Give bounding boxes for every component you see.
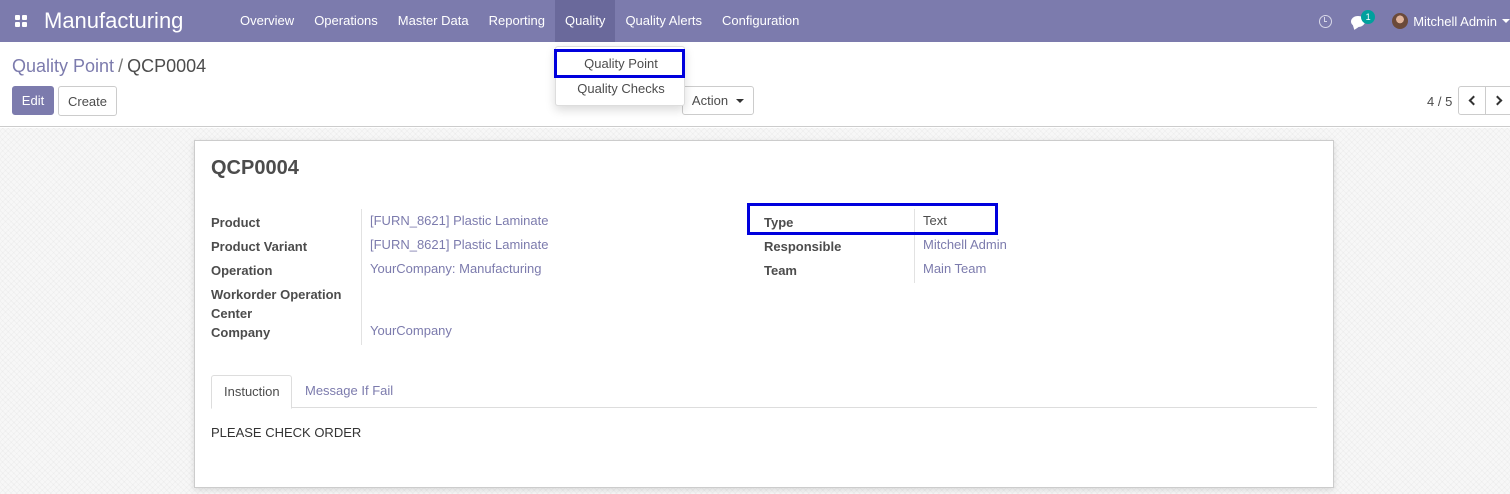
right-field-group: Type Text Responsible Mitchell Admin Tea… — [764, 209, 1164, 281]
company-link[interactable]: YourCompany — [370, 323, 452, 339]
action-button-label: Action — [691, 93, 729, 108]
responsible-link[interactable]: Mitchell Admin — [923, 237, 1007, 253]
product-link[interactable]: [FURN_8621] Plastic Laminate — [370, 213, 548, 229]
breadcrumb-current: QCP0004 — [127, 56, 207, 76]
menu-master-data[interactable]: Master Data — [388, 0, 479, 42]
team-link[interactable]: Main Team — [923, 261, 986, 277]
breadcrumb-parent-link[interactable]: Quality Point — [12, 56, 114, 76]
chevron-left-icon — [1468, 95, 1479, 106]
field-row-operation: Operation YourCompany: Manufacturing — [211, 257, 731, 281]
main-menu: Overview Operations Master Data Reportin… — [230, 0, 809, 42]
menu-item-quality-checks[interactable]: Quality Checks — [556, 77, 686, 101]
user-menu[interactable]: Mitchell Admin — [1392, 13, 1510, 29]
messaging-menu[interactable]: 1 — [1351, 9, 1376, 27]
menu-item-quality-point[interactable]: Quality Point — [556, 52, 686, 76]
field-row-type: Type Text — [764, 209, 1164, 233]
create-button[interactable]: Create — [58, 86, 117, 116]
quality-dropdown-menu: Quality Point Quality Checks — [555, 46, 685, 106]
breadcrumb-separator: / — [118, 56, 124, 76]
product-variant-link[interactable]: [FURN_8621] Plastic Laminate — [370, 237, 548, 253]
field-label: Company — [211, 325, 271, 340]
tab-instruction[interactable]: Instuction — [211, 375, 292, 409]
menu-quality-alerts[interactable]: Quality Alerts — [615, 0, 712, 42]
menu-quality[interactable]: Quality — [554, 0, 616, 42]
control-panel: Quality Point / QCP0004 Edit Create Action… — [0, 42, 1510, 127]
activity-clock-icon[interactable] — [1319, 14, 1333, 28]
chat-counter-badge: 1 — [1361, 9, 1376, 24]
field-divider — [914, 209, 915, 283]
field-row-workorder-operation-center: Workorder Operation Center — [211, 281, 731, 321]
field-label: Team — [764, 263, 797, 278]
caret-down-icon — [736, 98, 745, 103]
user-name: Mitchell Admin — [1413, 13, 1497, 29]
chevron-right-icon — [1492, 95, 1502, 106]
action-dropdown-button[interactable]: Action — [682, 86, 754, 115]
app-brand[interactable]: Manufacturing — [44, 8, 230, 34]
notebook-tabs: Instuction Message If Fail — [211, 375, 1317, 409]
field-row-product: Product [FURN_8621] Plastic Laminate — [211, 209, 731, 233]
field-divider — [361, 209, 362, 345]
field-label: Workorder Operation Center — [211, 287, 342, 321]
systray: 1 Mitchell Admin — [1319, 0, 1510, 42]
field-row-responsible: Responsible Mitchell Admin — [764, 233, 1164, 257]
menu-operations[interactable]: Operations — [304, 0, 388, 42]
pager-value[interactable]: 4 / 5 — [1427, 94, 1452, 109]
field-label: Type — [764, 215, 794, 230]
pager-next-button[interactable] — [1486, 86, 1510, 115]
field-row-team: Team Main Team — [764, 257, 1164, 281]
menu-overview[interactable]: Overview — [230, 0, 304, 42]
tab-message-if-fail[interactable]: Message If Fail — [293, 375, 405, 408]
menu-configuration[interactable]: Configuration — [712, 0, 809, 42]
record-title: QCP0004 — [211, 157, 299, 179]
breadcrumb: Quality Point / QCP0004 — [12, 56, 206, 77]
pager-previous-button[interactable] — [1458, 86, 1486, 115]
instruction-text: PLEASE CHECK ORDER — [211, 425, 362, 440]
field-label: Responsible — [764, 239, 842, 254]
field-row-company: Company YourCompany — [211, 319, 731, 343]
apps-menu-icon[interactable] — [0, 0, 42, 42]
field-label: Product — [211, 215, 261, 230]
field-label: Product Variant — [211, 239, 308, 254]
field-label: Operation — [211, 263, 273, 278]
menu-reporting[interactable]: Reporting — [479, 0, 555, 42]
field-row-product-variant: Product Variant [FURN_8621] Plastic Lami… — [211, 233, 731, 257]
form-sheet: QCP0004 Product [FURN_8621] Plastic Lami… — [194, 140, 1334, 488]
avatar — [1392, 13, 1409, 29]
chevron-down-icon — [1502, 19, 1510, 23]
type-value: Text — [923, 213, 947, 228]
left-field-group: Product [FURN_8621] Plastic Laminate Pro… — [211, 209, 731, 343]
top-navbar: Manufacturing Overview Operations Master… — [0, 0, 1510, 42]
edit-button[interactable]: Edit — [12, 86, 54, 115]
operation-link[interactable]: YourCompany: Manufacturing — [370, 261, 542, 277]
